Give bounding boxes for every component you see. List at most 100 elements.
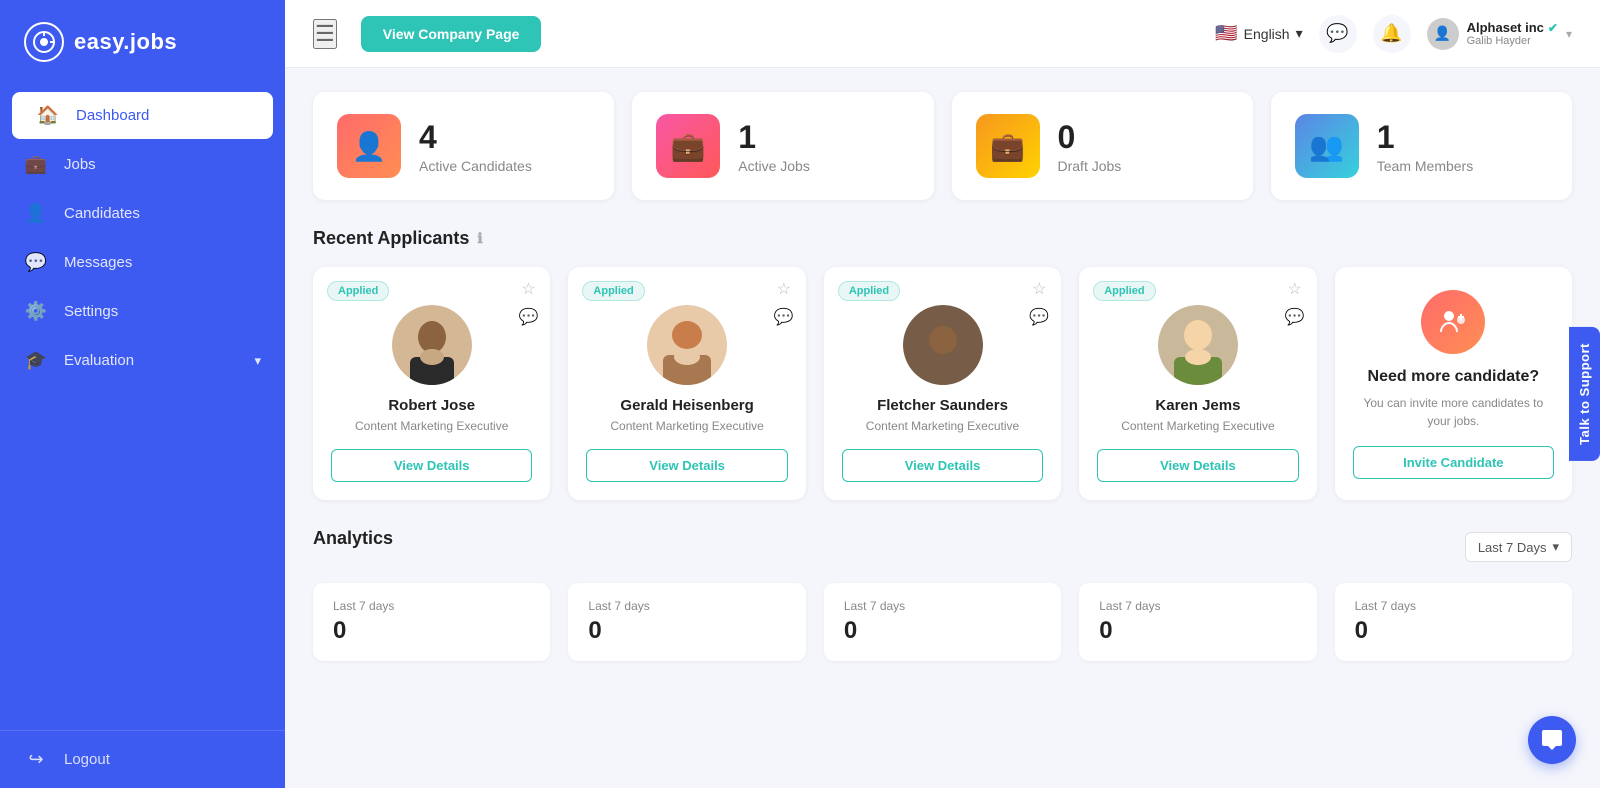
analytics-label-2: Last 7 days	[844, 599, 1041, 613]
language-label: English	[1244, 26, 1290, 42]
messages-icon: 💬	[24, 252, 48, 273]
filter-label: Last 7 Days	[1478, 540, 1547, 555]
sidebar-item-evaluation-label: Evaluation	[64, 352, 134, 369]
stat-card-team-members[interactable]: 👥 1 Team Members	[1271, 92, 1572, 200]
draft-jobs-icon: 💼	[976, 114, 1040, 178]
settings-icon: ⚙️	[24, 301, 48, 322]
stat-card-active-jobs[interactable]: 💼 1 Active Jobs	[632, 92, 933, 200]
message-icon-2[interactable]: 💬	[774, 307, 794, 327]
analytics-card-1: Last 7 days 0	[568, 583, 805, 661]
view-details-btn-4[interactable]: View Details	[1097, 449, 1298, 482]
app-name: easy.jobs	[74, 29, 177, 55]
user-menu[interactable]: 👤 Alphaset inc ✔ Galib Hayder ▾	[1427, 18, 1572, 50]
message-icon-4[interactable]: 💬	[1285, 307, 1305, 327]
team-members-icon: 👥	[1295, 114, 1359, 178]
notification-button[interactable]: 🔔	[1373, 15, 1411, 53]
stat-info-active-jobs: 1 Active Jobs	[738, 119, 810, 174]
star-icon-4[interactable]: ☆	[1287, 279, 1301, 299]
analytics-card-3: Last 7 days 0	[1079, 583, 1316, 661]
invite-icon	[1421, 290, 1485, 354]
analytics-cards: Last 7 days 0 Last 7 days 0 Last 7 days …	[313, 583, 1572, 661]
analytics-label-3: Last 7 days	[1099, 599, 1296, 613]
analytics-count-3: 0	[1099, 617, 1296, 645]
chat-bubble-button[interactable]	[1528, 716, 1576, 764]
applicant-card-1: Applied ☆ 💬 Robert Jose Content Marketin…	[313, 267, 550, 500]
sidebar-item-jobs[interactable]: 💼 Jobs	[0, 141, 285, 188]
stat-card-active-candidates[interactable]: 👤 4 Active Candidates	[313, 92, 614, 200]
info-icon: ℹ	[477, 230, 482, 247]
user-subname: Galib Hayder	[1467, 35, 1558, 47]
logout-label: Logout	[64, 751, 110, 768]
company-name: Alphaset inc ✔	[1467, 20, 1558, 35]
invite-title: Need more candidate?	[1368, 368, 1540, 386]
active-jobs-icon: 💼	[656, 114, 720, 178]
stats-row: 👤 4 Active Candidates 💼 1 Active Jobs 💼 …	[313, 92, 1572, 200]
logout-button[interactable]: ↪ Logout	[0, 730, 285, 788]
sidebar-item-candidates[interactable]: 👤 Candidates	[0, 190, 285, 237]
analytics-card-2: Last 7 days 0	[824, 583, 1061, 661]
sidebar-item-messages[interactable]: 💬 Messages	[0, 239, 285, 286]
invite-description: You can invite more candidates to your j…	[1353, 394, 1554, 430]
talk-to-support-button[interactable]: Talk to Support	[1569, 327, 1600, 461]
analytics-filter[interactable]: Last 7 Days ▾	[1465, 532, 1572, 562]
logo-icon	[24, 22, 64, 62]
candidates-icon: 👤	[24, 203, 48, 224]
applicant-name-3: Fletcher Saunders	[877, 397, 1008, 414]
chevron-down-icon: ▾	[254, 353, 261, 369]
view-company-button[interactable]: View Company Page	[361, 16, 542, 52]
app-logo[interactable]: easy.jobs	[0, 0, 285, 84]
view-details-btn-2[interactable]: View Details	[586, 449, 787, 482]
applicant-role-3: Content Marketing Executive	[866, 418, 1019, 435]
avatar-3	[903, 305, 983, 385]
avatar-4	[1158, 305, 1238, 385]
applied-badge-1: Applied	[327, 281, 389, 301]
applicant-card-3: Applied ☆ 💬 Fletcher Saunders Content Ma…	[824, 267, 1061, 500]
applicant-role-2: Content Marketing Executive	[610, 418, 763, 435]
message-icon-3[interactable]: 💬	[1029, 307, 1049, 327]
applied-badge-2: Applied	[582, 281, 644, 301]
stat-info-team-members: 1 Team Members	[1377, 119, 1473, 174]
star-icon-3[interactable]: ☆	[1032, 279, 1046, 299]
card-actions-4: ☆ 💬	[1285, 279, 1305, 327]
hamburger-button[interactable]: ☰	[313, 19, 337, 49]
star-icon-1[interactable]: ☆	[521, 279, 535, 299]
view-details-btn-3[interactable]: View Details	[842, 449, 1043, 482]
invite-candidate-button[interactable]: Invite Candidate	[1353, 446, 1554, 479]
analytics-card-4: Last 7 days 0	[1335, 583, 1572, 661]
sidebar-item-dashboard[interactable]: 🏠 Dashboard	[12, 92, 273, 139]
jobs-icon: 💼	[24, 154, 48, 175]
stat-info-draft-jobs: 0 Draft Jobs	[1058, 119, 1122, 174]
view-details-btn-1[interactable]: View Details	[331, 449, 532, 482]
sidebar-item-dashboard-label: Dashboard	[76, 107, 149, 124]
verified-icon: ✔	[1548, 21, 1558, 35]
stat-card-draft-jobs[interactable]: 💼 0 Draft Jobs	[952, 92, 1253, 200]
lang-chevron-icon: ▾	[1296, 25, 1303, 42]
analytics-count-2: 0	[844, 617, 1041, 645]
avatar: 👤	[1427, 18, 1459, 50]
applied-badge-4: Applied	[1093, 281, 1155, 301]
applicant-name-4: Karen Jems	[1155, 397, 1240, 414]
active-candidates-count: 4	[419, 119, 532, 156]
sidebar: easy.jobs 🏠 Dashboard 💼 Jobs 👤 Candidate…	[0, 0, 285, 788]
analytics-card-0: Last 7 days 0	[313, 583, 550, 661]
active-candidates-icon: 👤	[337, 114, 401, 178]
message-icon-1[interactable]: 💬	[518, 307, 538, 327]
analytics-title: Analytics	[313, 528, 393, 549]
analytics-count-4: 0	[1355, 617, 1552, 645]
language-selector[interactable]: 🇺🇸 English ▾	[1215, 23, 1302, 44]
main-area: ☰ View Company Page 🇺🇸 English ▾ 💬 🔔 👤 A…	[285, 0, 1600, 788]
chat-header-button[interactable]: 💬	[1319, 15, 1357, 53]
applied-badge-3: Applied	[838, 281, 900, 301]
star-icon-2[interactable]: ☆	[777, 279, 791, 299]
applicant-role-1: Content Marketing Executive	[355, 418, 508, 435]
home-icon: 🏠	[36, 105, 60, 126]
sidebar-item-settings[interactable]: ⚙️ Settings	[0, 288, 285, 335]
active-jobs-label: Active Jobs	[738, 158, 810, 174]
analytics-header: Analytics Last 7 Days ▾	[313, 528, 1572, 567]
analytics-count-0: 0	[333, 617, 530, 645]
recent-applicants-title: Recent Applicants ℹ	[313, 228, 1572, 249]
stat-info-active-candidates: 4 Active Candidates	[419, 119, 532, 174]
applicant-name-2: Gerald Heisenberg	[620, 397, 753, 414]
sidebar-item-evaluation[interactable]: 🎓 Evaluation ▾	[0, 337, 285, 384]
logout-icon: ↪	[24, 749, 48, 770]
